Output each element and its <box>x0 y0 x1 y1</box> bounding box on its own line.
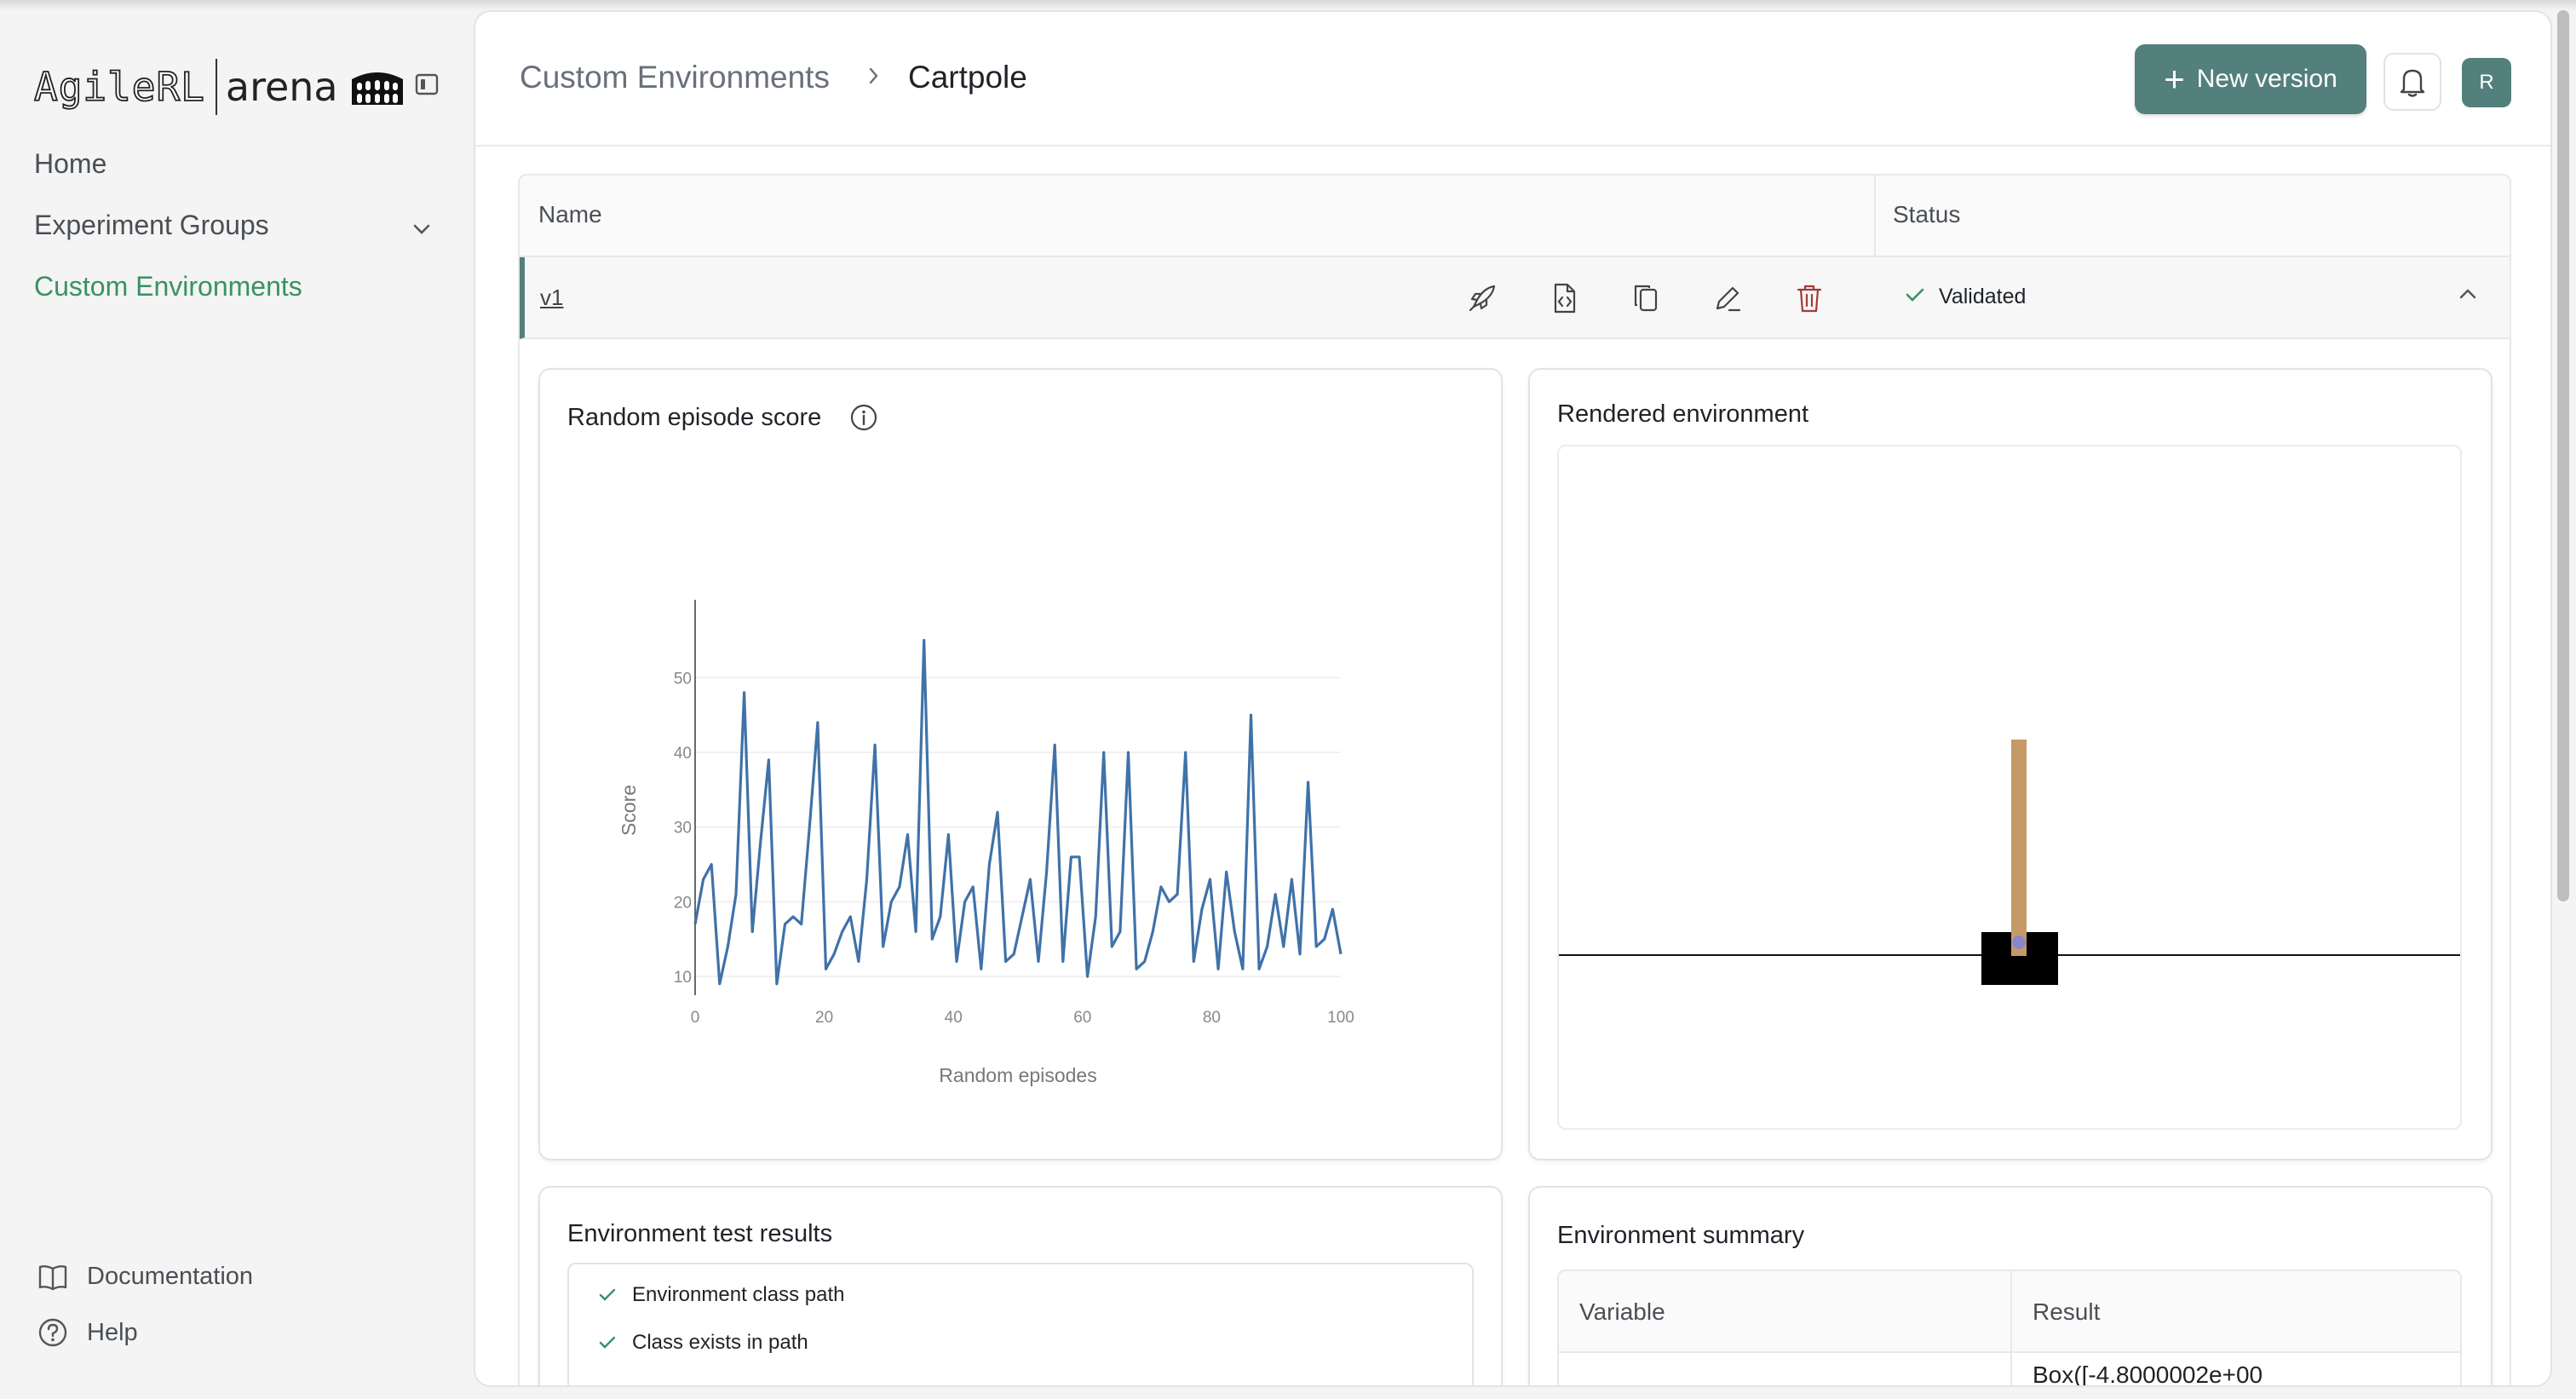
help-icon <box>37 1317 68 1348</box>
user-avatar[interactable]: R <box>2462 58 2511 107</box>
x-tick-label: 20 <box>815 1009 833 1027</box>
table-row[interactable]: v1 Valida <box>520 257 2510 339</box>
x-axis-label: Random episodes <box>939 1064 1096 1086</box>
list-item: Environment class path <box>598 1283 844 1307</box>
sidebar-collapse-button[interactable] <box>414 72 440 97</box>
environment-render-view <box>1557 445 2462 1130</box>
versions-table: Name Status v1 <box>518 174 2511 1387</box>
check-icon <box>1905 286 1925 303</box>
sidebar-toggle-icon <box>414 72 440 97</box>
sidebar-item-home[interactable]: Home <box>34 148 106 180</box>
test-label: Environment class path <box>632 1283 844 1307</box>
scrollbar-thumb[interactable] <box>2557 10 2569 901</box>
new-version-label: New version <box>2197 65 2337 94</box>
new-version-button[interactable]: + New version <box>2135 44 2366 114</box>
version-link[interactable]: v1 <box>540 285 563 311</box>
check-icon <box>598 1335 617 1350</box>
file-code-icon[interactable] <box>1547 281 1581 315</box>
x-tick-label: 60 <box>1073 1009 1091 1027</box>
sidebar-item-experiment-groups[interactable]: Experiment Groups <box>34 210 269 241</box>
random-episode-score-card: Random episode score 1020304050 02040608… <box>538 368 1503 1160</box>
y-tick-label: 10 <box>674 969 692 987</box>
test-label: Class exists in path <box>632 1331 808 1355</box>
chevron-up-icon[interactable] <box>2458 288 2477 300</box>
window-top-edge <box>0 0 2576 10</box>
main-panel: Custom Environments Cartpole + New versi… <box>474 10 2552 1387</box>
summary-result-cell: Box([-4.8000002e+00 <box>2033 1362 2263 1387</box>
page-header: Custom Environments Cartpole + New versi… <box>475 12 2550 147</box>
cartpole-render <box>1559 446 2460 1128</box>
sidebar-help-link[interactable]: Help <box>37 1317 138 1348</box>
book-icon <box>37 1264 68 1291</box>
test-results-list: Environment class path Class exists in p… <box>567 1263 1474 1387</box>
rendered-environment-card: Rendered environment <box>1528 368 2493 1160</box>
bell-icon <box>2397 66 2428 98</box>
logo-divider <box>216 59 217 115</box>
environment-summary-card: Environment summary Variable Result Box(… <box>1528 1186 2493 1387</box>
app-logo[interactable]: AgileRL arena <box>34 53 406 121</box>
rocket-icon[interactable] <box>1465 281 1499 315</box>
y-tick-label: 30 <box>674 820 692 838</box>
status-badge: Validated <box>1939 285 2026 309</box>
help-label: Help <box>87 1319 138 1347</box>
column-divider <box>2010 1271 2012 1387</box>
x-tick-label: 80 <box>1203 1009 1221 1027</box>
sidebar-documentation-link[interactable]: Documentation <box>37 1263 253 1291</box>
environment-test-results-card: Environment test results Environment cla… <box>538 1186 1503 1387</box>
column-header-result: Result <box>2033 1298 2100 1326</box>
x-tick-labels: 0 20 40 60 80 100 <box>691 1009 1354 1027</box>
plus-icon: + <box>2164 61 2185 97</box>
table-header: Name Status <box>520 176 2510 257</box>
x-tick-label: 40 <box>945 1009 963 1027</box>
x-tick-label: 0 <box>691 1009 700 1027</box>
tests-card-title: Environment test results <box>567 1220 832 1248</box>
chevron-down-icon[interactable] <box>412 223 431 235</box>
y-tick-label: 20 <box>674 894 692 912</box>
copy-icon[interactable] <box>1629 281 1663 315</box>
summary-card-title: Environment summary <box>1557 1222 1804 1250</box>
edit-icon[interactable] <box>1711 281 1745 315</box>
render-card-title: Rendered environment <box>1557 400 1808 429</box>
column-divider <box>1874 176 1876 257</box>
logo-agilerl-text: AgileRL <box>34 64 205 110</box>
notifications-button[interactable] <box>2383 53 2441 111</box>
logo-arena-text: arena <box>226 64 338 110</box>
documentation-label: Documentation <box>87 1263 253 1291</box>
check-icon <box>598 1287 617 1303</box>
x-tick-label: 100 <box>1327 1009 1354 1027</box>
y-tick-label: 40 <box>674 745 692 763</box>
page-scrollbar[interactable] <box>2552 10 2576 1387</box>
page-title: Cartpole <box>908 60 1027 95</box>
sidebar: AgileRL arena Home Experiment Groups Cus… <box>0 10 474 1399</box>
colosseum-icon <box>348 67 406 107</box>
column-header-variable: Variable <box>1579 1298 1665 1326</box>
breadcrumb-parent[interactable]: Custom Environments <box>520 60 830 95</box>
y-tick-label: 50 <box>674 670 692 688</box>
chevron-right-icon <box>867 65 881 87</box>
sidebar-item-custom-environments[interactable]: Custom Environments <box>34 271 302 302</box>
score-line-chart: 1020304050 020406080100 Random episodes … <box>540 370 1503 1137</box>
series-line <box>695 641 1341 984</box>
column-header-name: Name <box>538 201 602 228</box>
list-item: Class exists in path <box>598 1331 808 1355</box>
column-header-status: Status <box>1893 201 1960 228</box>
y-axis-label: Score <box>618 785 640 836</box>
summary-table-header: Variable Result <box>1559 1271 2460 1353</box>
trash-icon[interactable] <box>1792 281 1826 315</box>
summary-table: Variable Result Box([-4.8000002e+00 <box>1557 1269 2462 1387</box>
y-tick-labels: 10 20 30 40 50 <box>674 670 692 987</box>
